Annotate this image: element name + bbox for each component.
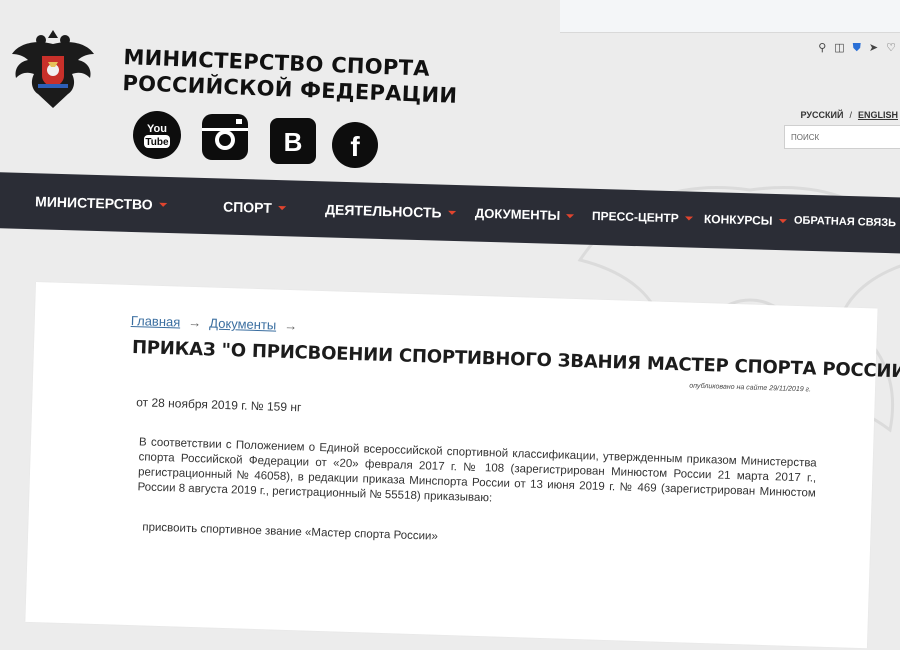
nav-item-activity[interactable]: ДЕЯТЕЛЬНОСТЬ — [325, 201, 456, 221]
youtube-text-bottom: Tube — [145, 137, 169, 148]
caret-down-icon — [447, 210, 456, 216]
breadcrumb: Главная → Документы → — [131, 313, 298, 333]
nav-label: ПРЕСС-ЦЕНТР — [591, 208, 679, 226]
browser-address-strip — [560, 0, 900, 33]
lang-russian[interactable]: РУССКИЙ — [801, 110, 844, 120]
page-icon[interactable]: ◫ — [834, 42, 844, 54]
nav-item-press-center[interactable]: ПРЕСС-ЦЕНТР — [592, 209, 693, 226]
caret-down-icon — [778, 219, 787, 224]
nav-item-feedback[interactable]: ОБРАТНАЯ СВЯЗЬ — [794, 214, 900, 229]
nav-item-sport[interactable]: СПОРТ — [223, 199, 286, 217]
caret-down-icon — [158, 202, 167, 207]
language-switcher: РУССКИЙ / ENGLISH — [801, 110, 898, 120]
browser-toolbar: ⚲ ◫ ⛊ ➤ ♡ — [818, 42, 896, 54]
breadcrumb-arrow-icon: → — [188, 314, 202, 331]
instagram-icon[interactable] — [200, 112, 250, 162]
shield-icon[interactable]: ⛊ — [853, 42, 861, 54]
lang-english[interactable]: ENGLISH — [858, 110, 898, 120]
nav-label: КОНКУРСЫ — [703, 211, 773, 228]
nav-item-ministry[interactable]: МИНИСТЕРСТВО — [35, 193, 167, 213]
nav-label: ОБРАТНАЯ СВЯЗЬ — [793, 214, 897, 230]
nav-item-contests[interactable]: КОНКУРСЫ — [704, 212, 787, 228]
site-title[interactable]: МИНИСТЕРСТВО СПОРТА РОССИЙСКОЙ ФЕДЕРАЦИИ — [122, 44, 459, 109]
nav-item-documents[interactable]: ДОКУМЕНТЫ — [475, 206, 575, 224]
vk-letter: B — [284, 127, 303, 157]
document-title: ПРИКАЗ "О ПРИСВОЕНИИ СПОРТИВНОГО ЗВАНИЯ … — [131, 337, 900, 383]
caret-down-icon — [566, 213, 575, 218]
vk-icon[interactable]: B — [268, 116, 318, 166]
nav-label: МИНИСТЕРСТВО — [34, 193, 153, 213]
document-body: В соответствии с Положением о Единой все… — [137, 436, 817, 505]
youtube-icon[interactable]: You Tube — [132, 110, 182, 160]
document-card: Главная → Документы → ПРИКАЗ "О ПРИСВОЕН… — [25, 282, 900, 649]
lang-separator: / — [849, 110, 852, 120]
published-date: опубликовано на сайте 29/11/2019 г. — [689, 382, 812, 394]
search-input[interactable] — [784, 125, 900, 149]
facebook-icon[interactable]: f — [330, 120, 380, 170]
zoom-icon[interactable]: ⚲ — [818, 42, 826, 54]
document-assign-text: присвоить спортивное звание «Мастер спор… — [142, 521, 439, 543]
breadcrumb-home-link[interactable]: Главная — [131, 313, 181, 330]
breadcrumb-arrow-icon: → — [284, 317, 298, 334]
caret-down-icon — [277, 206, 286, 211]
share-icon[interactable]: ➤ — [869, 42, 878, 54]
nav-label: СПОРТ — [222, 198, 273, 216]
document-date-number: от 28 ноября 2019 г. № 159 нг — [136, 395, 302, 415]
bookmark-icon[interactable]: ♡ — [886, 42, 896, 54]
nav-label: ДЕЯТЕЛЬНОСТЬ — [324, 201, 442, 221]
caret-down-icon — [684, 216, 693, 221]
youtube-text-top: You — [147, 123, 167, 135]
facebook-letter: f — [350, 131, 360, 162]
breadcrumb-documents-link[interactable]: Документы — [209, 315, 276, 332]
nav-label: ДОКУМЕНТЫ — [474, 205, 561, 223]
coat-of-arms-logo[interactable] — [8, 20, 98, 112]
